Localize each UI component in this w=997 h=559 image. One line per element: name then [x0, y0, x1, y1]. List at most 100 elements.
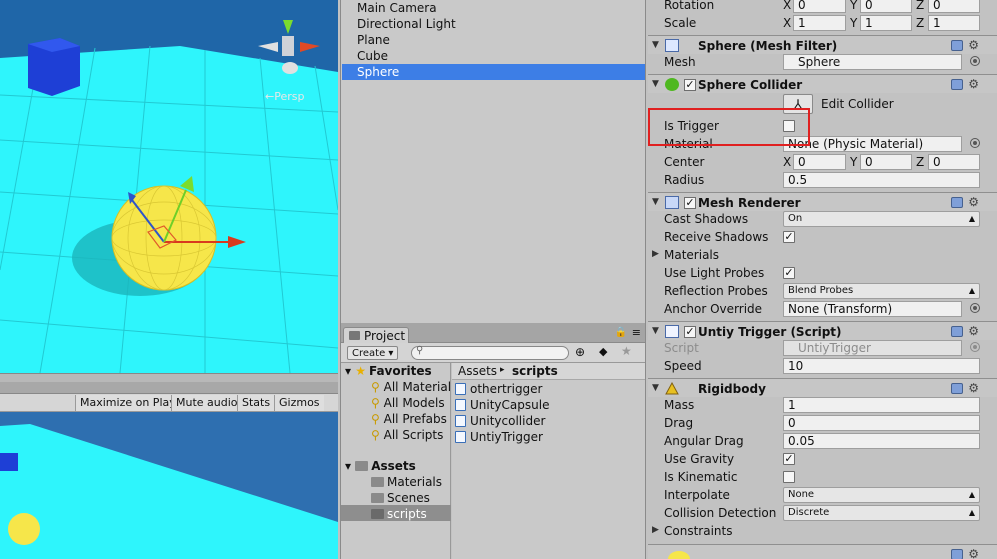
help-icon[interactable] [951, 79, 963, 90]
collision-detection-dropdown[interactable]: Discrete ▲ [783, 505, 980, 521]
tree-assets[interactable]: ▾ Assets [345, 458, 416, 474]
gizmos-button[interactable]: Gizmos [274, 395, 324, 411]
folder-scripts[interactable]: scripts [371, 506, 427, 522]
hierarchy-panel: Main Camera Directional Light Plane Cube… [340, 0, 646, 323]
receive-shadows-checkbox[interactable]: ✓ [783, 231, 795, 243]
folder-scenes[interactable]: Scenes [371, 490, 430, 506]
folder-materials[interactable]: Materials [371, 474, 442, 490]
rotation-x-field[interactable]: 0 [793, 0, 846, 13]
scale-z-field[interactable]: 1 [928, 15, 980, 31]
gear-icon[interactable]: ⚙ [968, 324, 979, 338]
hierarchy-item-main-camera[interactable]: Main Camera [357, 0, 437, 16]
search-icon: ⚲ [371, 412, 380, 426]
is-kinematic-checkbox[interactable] [783, 471, 795, 483]
gear-icon[interactable]: ⚙ [968, 77, 979, 91]
help-icon[interactable] [951, 197, 963, 208]
anchor-override-field[interactable]: None (Transform) [783, 301, 962, 317]
file-item[interactable]: Unitycollider [455, 413, 545, 429]
tab-project[interactable]: Project [343, 327, 409, 344]
use-gravity-checkbox[interactable]: ✓ [783, 453, 795, 465]
object-picker-icon[interactable] [970, 56, 980, 66]
gear-icon[interactable]: ⚙ [968, 381, 979, 395]
label-icon[interactable]: ◆ [599, 345, 607, 358]
fav-all-materials[interactable]: ⚲ All Material [371, 379, 451, 395]
scale-y-field[interactable]: 1 [860, 15, 912, 31]
script-icon [455, 399, 466, 411]
hierarchy-item-plane[interactable]: Plane [357, 32, 390, 48]
file-item[interactable]: UnityCapsule [455, 397, 549, 413]
gear-icon[interactable]: ⚙ [968, 547, 979, 559]
axis-z-label: Z [916, 16, 925, 30]
script-header[interactable]: ▼ ✓ Untiy Trigger (Script) ⚙ [648, 321, 997, 340]
mesh-field[interactable]: Sphere [783, 54, 962, 70]
filter-type-icon[interactable]: ⊕ [575, 345, 585, 359]
center-z-field[interactable]: 0 [928, 154, 980, 170]
mesh-filter-header[interactable]: ▼ Sphere (Mesh Filter) ⚙ [648, 35, 997, 54]
rotation-z-field[interactable]: 0 [928, 0, 980, 13]
reflection-probes-dropdown[interactable]: Blend Probes ▲ [783, 283, 980, 299]
rigidbody-icon [665, 381, 679, 395]
fold-arrow-icon[interactable]: ▼ [652, 383, 659, 393]
light-probes-checkbox[interactable]: ✓ [783, 267, 795, 279]
enabled-checkbox[interactable]: ✓ [684, 197, 696, 209]
fav-all-prefabs[interactable]: ⚲ All Prefabs [371, 411, 447, 427]
breadcrumb-root[interactable]: Assets [458, 364, 497, 378]
fold-arrow-icon[interactable]: ▼ [652, 197, 659, 207]
breadcrumb-current[interactable]: scripts [512, 364, 558, 378]
interpolate-dropdown[interactable]: None ▲ [783, 487, 980, 503]
speed-row: Speed 10 [648, 357, 997, 375]
mesh-renderer-header[interactable]: ▼ ✓ Mesh Renderer ⚙ [648, 192, 997, 211]
favorite-star-icon[interactable]: ★ [621, 344, 632, 358]
help-icon[interactable] [951, 326, 963, 337]
menu-icon[interactable]: ≡ [632, 326, 641, 339]
angular-drag-field[interactable]: 0.05 [783, 433, 980, 449]
hierarchy-item-cube[interactable]: Cube [357, 48, 388, 64]
cast-shadows-dropdown[interactable]: On ▲ [783, 211, 980, 227]
maximize-on-play-button[interactable]: Maximize on Play [75, 395, 180, 411]
fold-arrow-icon[interactable]: ▼ [652, 40, 659, 50]
hierarchy-item-sphere[interactable]: Sphere [357, 64, 399, 80]
file-item[interactable]: othertrigger [455, 381, 543, 397]
sphere-collider-header[interactable]: ▼ ✓ Sphere Collider ⚙ [648, 74, 997, 93]
constraints-row[interactable]: ▶ Constraints [648, 522, 997, 540]
radius-field[interactable]: 0.5 [783, 172, 980, 188]
search-input[interactable]: ⚲ [411, 345, 569, 360]
center-y-field[interactable]: 0 [860, 154, 912, 170]
fold-arrow-icon[interactable]: ▼ [652, 79, 659, 89]
rigidbody-header[interactable]: ▼ Rigidbody ⚙ [648, 378, 997, 397]
lock-icon[interactable]: 🔒 [615, 327, 627, 338]
file-item[interactable]: UntiyTrigger [455, 429, 543, 445]
axis-x-label: X [783, 155, 792, 169]
drag-field[interactable]: 0 [783, 415, 980, 431]
game-view[interactable] [0, 412, 338, 559]
mute-audio-button[interactable]: Mute audio [171, 395, 242, 411]
enabled-checkbox[interactable]: ✓ [684, 79, 696, 91]
enabled-checkbox[interactable]: ✓ [684, 326, 696, 338]
object-picker-icon[interactable] [970, 303, 980, 313]
create-button[interactable]: Create ▾ [347, 346, 399, 360]
fav-all-scripts[interactable]: ⚲ All Scripts [371, 427, 443, 443]
materials-row[interactable]: ▶ Materials [648, 246, 997, 264]
gear-icon[interactable]: ⚙ [968, 195, 979, 209]
fold-arrow-icon[interactable]: ▶ [652, 249, 659, 259]
help-icon[interactable] [951, 549, 963, 559]
fav-all-models[interactable]: ⚲ All Models [371, 395, 445, 411]
next-component-header[interactable]: ⚙ [648, 544, 997, 559]
scale-x-field[interactable]: 1 [793, 15, 846, 31]
speed-field[interactable]: 10 [783, 358, 980, 374]
help-icon[interactable] [951, 40, 963, 51]
hierarchy-item-directional-light[interactable]: Directional Light [357, 16, 456, 32]
scene-view[interactable]: ←Persp [0, 0, 338, 373]
fold-arrow-icon[interactable]: ▼ [652, 326, 659, 336]
fold-arrow-icon[interactable]: ▶ [652, 525, 659, 535]
persp-label[interactable]: ←Persp [265, 90, 304, 103]
help-icon[interactable] [951, 383, 963, 394]
rotation-y-field[interactable]: 0 [860, 0, 912, 13]
center-x-field[interactable]: 0 [793, 154, 846, 170]
object-picker-icon[interactable] [970, 138, 980, 148]
stats-button[interactable]: Stats [237, 395, 275, 411]
rotation-label: Rotation [664, 0, 715, 12]
tree-favorites[interactable]: ▾ ★ Favorites [345, 363, 432, 379]
gear-icon[interactable]: ⚙ [968, 38, 979, 52]
mass-field[interactable]: 1 [783, 397, 980, 413]
